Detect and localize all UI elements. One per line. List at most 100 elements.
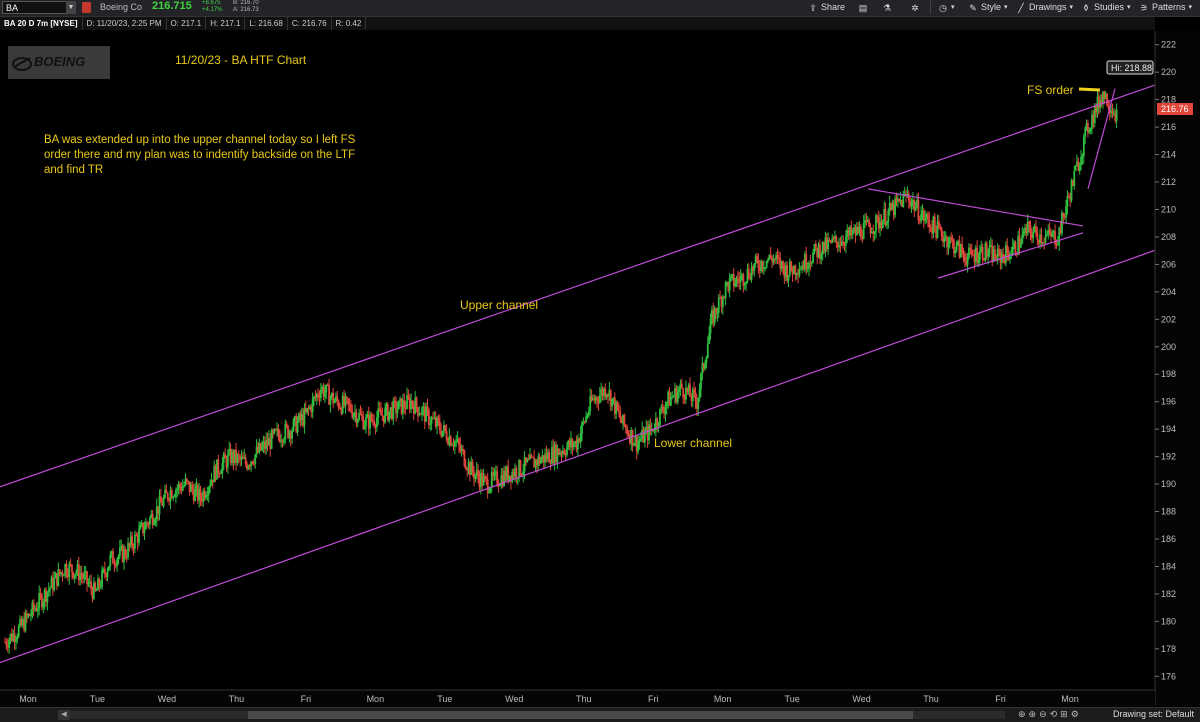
candle-body: [955, 242, 958, 251]
candle-body: [438, 421, 441, 431]
fs-order-label: FS order: [1027, 83, 1074, 97]
candle-body: [548, 452, 551, 463]
candle-body: [954, 250, 957, 254]
last-price-tag-text: 216.76: [1161, 104, 1189, 114]
candle-body: [296, 421, 299, 433]
candle-body: [805, 254, 808, 270]
candle-body: [73, 574, 76, 579]
candle-body: [109, 554, 112, 566]
candle-body: [845, 236, 847, 246]
candle-body: [244, 457, 247, 465]
candle-body: [421, 408, 423, 415]
candle-body: [706, 344, 709, 358]
candle-body: [15, 639, 17, 642]
price-tick-label: 198: [1161, 369, 1176, 379]
candle-body: [124, 549, 127, 558]
candle-body: [694, 392, 697, 402]
candle-body: [678, 388, 680, 393]
candle-body: [907, 193, 910, 201]
candle-body: [664, 407, 667, 414]
triangle-top-line[interactable]: [867, 188, 1084, 227]
candle-body: [462, 448, 464, 451]
candle-body: [657, 425, 660, 427]
candle-body: [1115, 109, 1118, 121]
candle-body: [842, 241, 845, 245]
candle-body: [36, 608, 39, 611]
candle-body: [631, 429, 634, 446]
price-tick-label: 214: [1161, 150, 1176, 160]
time-tick-label: Thu: [923, 694, 939, 704]
scroll-left-icon[interactable]: ◀: [58, 710, 70, 720]
candle-body: [917, 199, 920, 221]
candle-body: [742, 274, 745, 286]
lower-channel-line[interactable]: [0, 233, 1200, 664]
candle-body: [363, 425, 366, 429]
candle-body: [937, 221, 940, 228]
candle-body: [764, 267, 767, 269]
candle-body: [46, 591, 49, 603]
time-tick-label: Thu: [576, 694, 592, 704]
candle-body: [397, 400, 400, 410]
candle-body: [8, 639, 11, 648]
candle-body: [373, 420, 376, 426]
price-tick-label: 178: [1161, 644, 1176, 654]
plan-note-container: BA was extended up into the upper channe…: [44, 134, 355, 176]
candle-body: [881, 220, 884, 229]
candle-body: [226, 454, 229, 468]
price-tick-label: 212: [1161, 177, 1176, 187]
candle-body: [623, 414, 626, 426]
candle-body: [1020, 243, 1022, 248]
candle-body: [794, 265, 797, 275]
candle-body: [940, 228, 943, 236]
candle-body: [69, 563, 72, 565]
candle-body: [799, 269, 802, 271]
candle-body: [221, 462, 224, 474]
candle-body: [626, 428, 629, 435]
candle-body: [717, 297, 720, 313]
candle-body: [441, 430, 444, 437]
candle-body: [639, 438, 642, 441]
candle-body: [496, 471, 499, 486]
candle-body: [311, 398, 314, 413]
candle-body: [961, 244, 964, 253]
candle-body: [1062, 212, 1065, 217]
price-tick-label: 186: [1161, 534, 1176, 544]
chart-controls[interactable]: ⊕⊕⊖⟲⊞⚙: [1018, 709, 1082, 720]
candle-body: [179, 483, 181, 488]
drawing-set-label[interactable]: Drawing set: Default: [1113, 709, 1194, 719]
candle-body: [970, 249, 973, 255]
candle-body: [117, 555, 120, 560]
candle-body: [251, 461, 254, 464]
candle-body: [851, 231, 854, 235]
candle-body: [587, 411, 590, 416]
candle-body: [283, 439, 285, 443]
candle-body: [659, 408, 661, 426]
time-scrollbar[interactable]: [70, 711, 1005, 719]
candle-body: [563, 450, 566, 454]
scrollbar-thumb[interactable]: [248, 711, 913, 719]
candle-body: [388, 411, 391, 421]
price-chart[interactable]: 176 178 180 182 184 186 188 190 192 194 196 198 200 2…: [0, 0, 1200, 721]
candle-body: [486, 479, 489, 493]
candle-body: [333, 400, 336, 404]
candle-body: [656, 418, 659, 426]
candle-body: [987, 253, 990, 257]
candle-body: [787, 275, 790, 281]
time-tick-label: Thu: [229, 694, 245, 704]
candle-body: [350, 404, 352, 412]
candle-body: [499, 485, 501, 487]
candle-body: [80, 573, 83, 576]
price-axis[interactable]: 176 178 180 182 184 186 188 190 192 194 196 198 200 2…: [1154, 31, 1200, 706]
candle-body: [317, 394, 320, 397]
candle-body: [753, 263, 756, 272]
candle-body: [665, 402, 668, 408]
candle-body: [277, 428, 280, 436]
time-axis[interactable]: Mon Tue Wed Thu Fri Mon Tue Wed Thu Fri Mon Tue Wed T…: [0, 689, 1155, 707]
candle-body: [596, 397, 598, 401]
candle-body: [947, 244, 950, 248]
candle-body: [977, 260, 980, 263]
candle-body: [1006, 245, 1009, 254]
candle-body: [149, 517, 151, 525]
candle-body: [798, 269, 801, 276]
candle-body: [637, 442, 639, 452]
